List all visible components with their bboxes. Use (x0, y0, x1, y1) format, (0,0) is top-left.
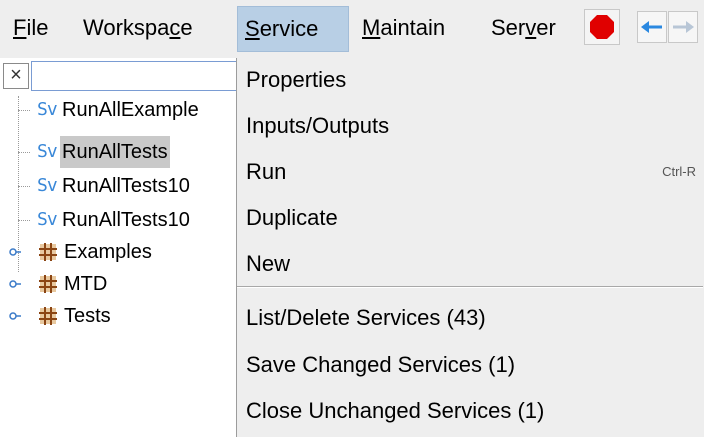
service-icon: Sv (37, 99, 58, 120)
search-row: × (0, 58, 236, 92)
clear-search-button[interactable]: × (3, 63, 29, 89)
expand-handle-icon[interactable] (9, 246, 21, 258)
expand-handle-icon[interactable] (9, 310, 21, 322)
tree-service-item[interactable]: Sv RunAllTests10 (0, 170, 236, 202)
tree-item-label: RunAllTests (60, 136, 170, 168)
tree-folder-item[interactable]: Examples (0, 236, 236, 268)
arrow-left-icon (641, 21, 662, 33)
menu-separator (237, 286, 703, 288)
tree-item-label: RunAllTests10 (62, 175, 190, 197)
tree-item-label: MTD (64, 273, 108, 295)
menu-item-duplicate[interactable]: Duplicate (237, 196, 703, 242)
menu-item-save-changed-services[interactable]: Save Changed Services (1) (237, 343, 703, 389)
shortcut-label: Ctrl-R (662, 164, 696, 179)
stop-octagon-icon (590, 15, 614, 39)
menu-bar: File Workspace Service Maintain Server (0, 0, 704, 58)
package-grid-icon (39, 275, 57, 293)
expand-handle-icon[interactable] (9, 278, 21, 290)
tree-folder-item[interactable]: Tests (0, 300, 236, 332)
tree-item-label: Tests (64, 305, 111, 327)
search-input[interactable] (31, 61, 236, 91)
tree-item-label: RunAllExample (62, 99, 199, 121)
package-grid-icon (39, 307, 57, 325)
arrow-right-icon (673, 21, 694, 33)
menu-item-inputs-outputs[interactable]: Inputs/Outputs (237, 104, 703, 150)
tree-service-item[interactable]: Sv RunAllExample (0, 94, 236, 126)
menu-workspace[interactable]: Workspace (76, 6, 200, 52)
service-icon: Sv (37, 141, 58, 162)
menu-server[interactable]: Server (484, 6, 563, 52)
menu-item-list-delete-services[interactable]: List/Delete Services (43) (237, 296, 703, 342)
tree-item-label: RunAllTests10 (62, 209, 190, 231)
forward-button[interactable] (668, 11, 698, 43)
tree-connector (18, 110, 30, 111)
tree-connector (18, 152, 30, 153)
service-dropdown-menu: Properties Inputs/Outputs Run Ctrl-R Dup… (236, 58, 704, 437)
menu-maintain[interactable]: Maintain (355, 6, 452, 52)
menu-item-run[interactable]: Run Ctrl-R (237, 150, 703, 196)
stop-button[interactable] (584, 9, 620, 45)
menu-file[interactable]: File (6, 6, 55, 52)
back-button[interactable] (637, 11, 667, 43)
tree-service-item-selected[interactable]: Sv RunAllTests (0, 136, 236, 168)
tree-folder-item[interactable]: MTD (0, 268, 236, 300)
service-icon: Sv (37, 175, 58, 196)
service-tree-panel: × Sv RunAllExample Sv RunAllTests Sv Run… (0, 58, 236, 437)
tree-service-item[interactable]: Sv RunAllTests10 (0, 204, 236, 236)
service-icon: Sv (37, 209, 58, 230)
menu-item-properties[interactable]: Properties (237, 58, 703, 104)
tree-connector (18, 220, 30, 221)
menu-item-close-unchanged-services[interactable]: Close Unchanged Services (1) (237, 389, 703, 435)
menu-item-new[interactable]: New (237, 242, 703, 288)
tree-connector (18, 186, 30, 187)
tree-item-label: Examples (64, 241, 152, 263)
menu-service[interactable]: Service (237, 6, 349, 52)
package-grid-icon (39, 243, 57, 261)
